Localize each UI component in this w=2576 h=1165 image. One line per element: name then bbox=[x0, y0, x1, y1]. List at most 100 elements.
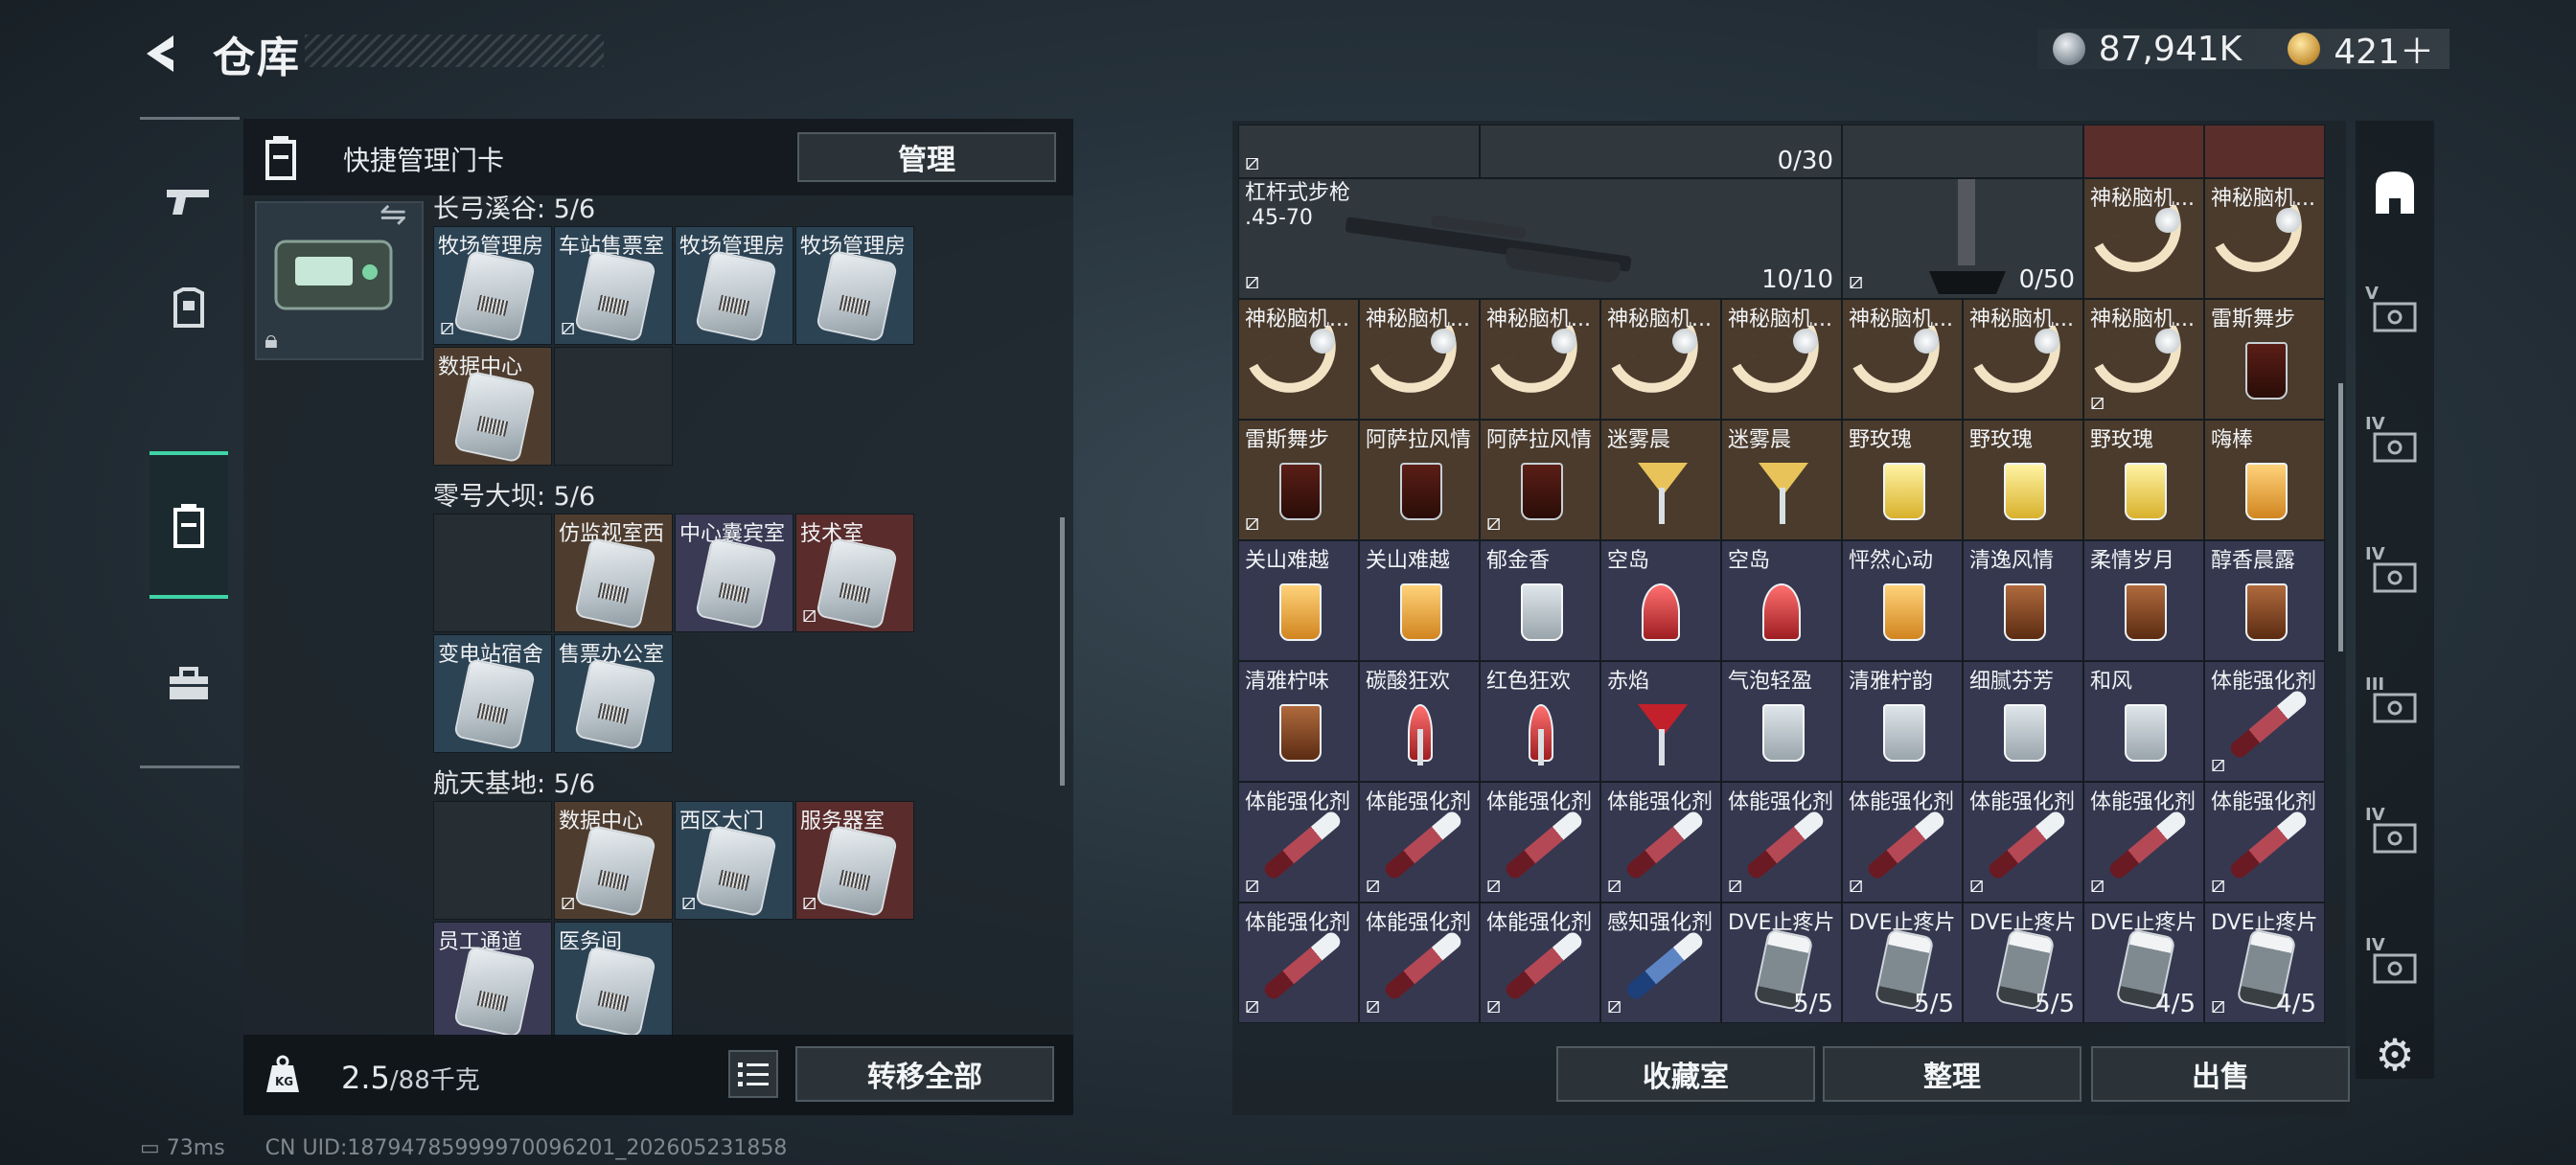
swap-icon[interactable]: ⇋ bbox=[380, 195, 407, 234]
settings-gear-icon[interactable]: ⚙ bbox=[2365, 1025, 2425, 1085]
keycard-slot[interactable]: 牧场管理房 bbox=[675, 226, 794, 345]
keycard-slot[interactable]: 仿监视室西 bbox=[554, 514, 673, 632]
container-tab[interactable]: IV bbox=[2365, 935, 2425, 998]
inventory-item[interactable]: 迷雾晨 bbox=[1721, 420, 1842, 540]
keycard-slot[interactable]: 售票办公室 bbox=[554, 634, 673, 753]
inventory-item[interactable]: 体能强化剂 ⧄ bbox=[2204, 661, 2325, 782]
container-tab[interactable]: IV bbox=[2365, 414, 2425, 477]
stand-item[interactable]: ⧄ 0/50 bbox=[1842, 178, 2083, 299]
inventory-item[interactable]: 体能强化剂 ⧄ bbox=[1600, 782, 1721, 902]
grid-cell[interactable]: ⧄ bbox=[1238, 125, 1480, 178]
empty-keycard-slot[interactable] bbox=[554, 347, 673, 466]
inventory-item[interactable]: 清逸风情 bbox=[1963, 540, 2083, 661]
category-armor[interactable] bbox=[150, 256, 228, 361]
inventory-item[interactable]: 空岛 bbox=[1721, 540, 1842, 661]
inventory-item[interactable]: 细腻芬芳 bbox=[1963, 661, 2083, 782]
inventory-item[interactable]: DVE止疼片 5/5 bbox=[1963, 902, 2083, 1023]
inventory-item[interactable]: 体能强化剂 ⧄ bbox=[1963, 782, 2083, 902]
category-keycards[interactable] bbox=[150, 451, 228, 599]
empty-keycard-slot[interactable] bbox=[433, 801, 552, 920]
inventory-item[interactable]: 和风 bbox=[2083, 661, 2204, 782]
inventory-item[interactable]: 阿萨拉风情 bbox=[1359, 420, 1480, 540]
inventory-item[interactable]: 神秘脑机... bbox=[1600, 299, 1721, 420]
inventory-item[interactable]: 红色狂欢 bbox=[1480, 661, 1600, 782]
inventory-item[interactable]: 体能强化剂 ⧄ bbox=[2204, 782, 2325, 902]
inventory-item[interactable]: 雷斯舞步 bbox=[2204, 299, 2325, 420]
inventory-item[interactable]: 关山难越 bbox=[1238, 540, 1359, 661]
inventory-item[interactable]: 神秘脑机... bbox=[1721, 299, 1842, 420]
inventory-item[interactable]: 嗨棒 bbox=[2204, 420, 2325, 540]
inventory-item[interactable]: 醇香晨露 bbox=[2204, 540, 2325, 661]
container-tab[interactable]: IV bbox=[2365, 544, 2425, 607]
inventory-item[interactable]: 体能强化剂 ⧄ bbox=[1238, 902, 1359, 1023]
left-scrollbar[interactable] bbox=[1060, 517, 1065, 786]
inventory-item[interactable]: 关山难越 bbox=[1359, 540, 1480, 661]
inventory-item[interactable]: DVE止疼片 5/5 bbox=[1842, 902, 1963, 1023]
inventory-item[interactable]: DVE止疼片 4/5 bbox=[2083, 902, 2204, 1023]
inventory-item[interactable]: DVE止疼片 5/5 bbox=[1721, 902, 1842, 1023]
inventory-item[interactable]: 空岛 bbox=[1600, 540, 1721, 661]
inventory-item[interactable]: 赤焰 bbox=[1600, 661, 1721, 782]
container-tab[interactable]: IV bbox=[2365, 805, 2425, 868]
inventory-item[interactable]: 体能强化剂 ⧄ bbox=[1359, 902, 1480, 1023]
inventory-item[interactable]: 清雅柠韵 bbox=[1842, 661, 1963, 782]
inventory-item[interactable]: 碳酸狂欢 bbox=[1359, 661, 1480, 782]
keycard-slot[interactable]: 医务间 bbox=[554, 922, 673, 1040]
inventory-item[interactable]: 体能强化剂 ⧄ bbox=[1842, 782, 1963, 902]
sell-button[interactable]: 出售 bbox=[2091, 1046, 2350, 1102]
inventory-item[interactable]: 迷雾晨 bbox=[1600, 420, 1721, 540]
transfer-all-button[interactable]: 转移全部 bbox=[795, 1046, 1054, 1102]
grid-cell[interactable]: 神秘脑机... bbox=[2204, 178, 2325, 299]
inventory-item[interactable]: 体能强化剂 ⧄ bbox=[1480, 902, 1600, 1023]
gold-amount[interactable]: 421＋ bbox=[2334, 24, 2434, 74]
organize-button[interactable]: 整理 bbox=[1823, 1046, 2082, 1102]
inventory-item[interactable]: 体能强化剂 ⧄ bbox=[1480, 782, 1600, 902]
inventory-item[interactable]: 神秘脑机... bbox=[1359, 299, 1480, 420]
container-tab[interactable]: V bbox=[2365, 284, 2425, 347]
right-scrollbar[interactable] bbox=[2338, 383, 2343, 651]
keycard-slot[interactable]: 中心囊宾室 bbox=[675, 514, 794, 632]
inventory-item[interactable]: 体能强化剂 ⧄ bbox=[2083, 782, 2204, 902]
inventory-item[interactable]: 阿萨拉风情 ⧄ bbox=[1480, 420, 1600, 540]
inventory-item[interactable]: 神秘脑机... bbox=[1842, 299, 1963, 420]
keycard-slot[interactable]: 牧场管理房 ⧄ bbox=[433, 226, 552, 345]
inventory-item[interactable]: 怦然心动 bbox=[1842, 540, 1963, 661]
lever-action-rifle-item[interactable]: 杠杆式步枪 .45-70 ⧄ 10/10 bbox=[1238, 178, 1842, 299]
category-tools[interactable] bbox=[150, 631, 228, 737]
inventory-item[interactable]: 神秘脑机... bbox=[1963, 299, 2083, 420]
keycard-slot[interactable]: 员工通道 bbox=[433, 922, 552, 1040]
back-button[interactable] bbox=[134, 27, 188, 80]
category-weapons[interactable] bbox=[150, 148, 228, 254]
inventory-item[interactable]: 野玫瑰 bbox=[1842, 420, 1963, 540]
inventory-item[interactable]: 野玫瑰 bbox=[1963, 420, 2083, 540]
empty-keycard-slot[interactable] bbox=[433, 514, 552, 632]
inventory-item[interactable]: 感知强化剂 ⧄ bbox=[1600, 902, 1721, 1023]
inventory-item[interactable]: 气泡轻盈 bbox=[1721, 661, 1842, 782]
keycard-slot[interactable]: 数据中心 bbox=[433, 347, 552, 466]
keycard-slot[interactable]: 变电站宿舍 bbox=[433, 634, 552, 753]
backpack-tab[interactable] bbox=[2365, 163, 2425, 222]
inventory-item[interactable]: 体能强化剂 ⧄ bbox=[1721, 782, 1842, 902]
keycard-slot[interactable]: 西区大门 ⧄ bbox=[675, 801, 794, 920]
inventory-item[interactable]: 柔情岁月 bbox=[2083, 540, 2204, 661]
container-tab[interactable]: III bbox=[2365, 674, 2425, 738]
grid-cell[interactable]: 神秘脑机... bbox=[2083, 178, 2204, 299]
keycard-slot[interactable]: 数据中心 ⧄ bbox=[554, 801, 673, 920]
keycard-slot[interactable]: 服务器室 ⧄ bbox=[795, 801, 914, 920]
inventory-item[interactable]: 神秘脑机... bbox=[1238, 299, 1359, 420]
inventory-item[interactable]: 雷斯舞步 ⧄ bbox=[1238, 420, 1359, 540]
inventory-item[interactable]: 神秘脑机... bbox=[1480, 299, 1600, 420]
grid-cell[interactable]: 0/30 bbox=[1480, 125, 1842, 178]
inventory-item[interactable]: 野玫瑰 bbox=[2083, 420, 2204, 540]
keycard-slot[interactable]: 技术室 ⧄ bbox=[795, 514, 914, 632]
inventory-item[interactable]: 体能强化剂 ⧄ bbox=[1359, 782, 1480, 902]
inventory-item[interactable]: 体能强化剂 ⧄ bbox=[1238, 782, 1359, 902]
inventory-item[interactable]: DVE止疼片 ⧄ 4/5 bbox=[2204, 902, 2325, 1023]
grid-cell[interactable] bbox=[2204, 125, 2325, 178]
grid-cell[interactable] bbox=[2083, 125, 2204, 178]
collection-room-button[interactable]: 收藏室 bbox=[1556, 1046, 1815, 1102]
inventory-item[interactable]: 神秘脑机... ⧄ bbox=[2083, 299, 2204, 420]
inventory-item[interactable]: 郁金香 bbox=[1480, 540, 1600, 661]
keycard-slot[interactable]: 牧场管理房 bbox=[795, 226, 914, 345]
grid-cell[interactable] bbox=[1842, 125, 2083, 178]
